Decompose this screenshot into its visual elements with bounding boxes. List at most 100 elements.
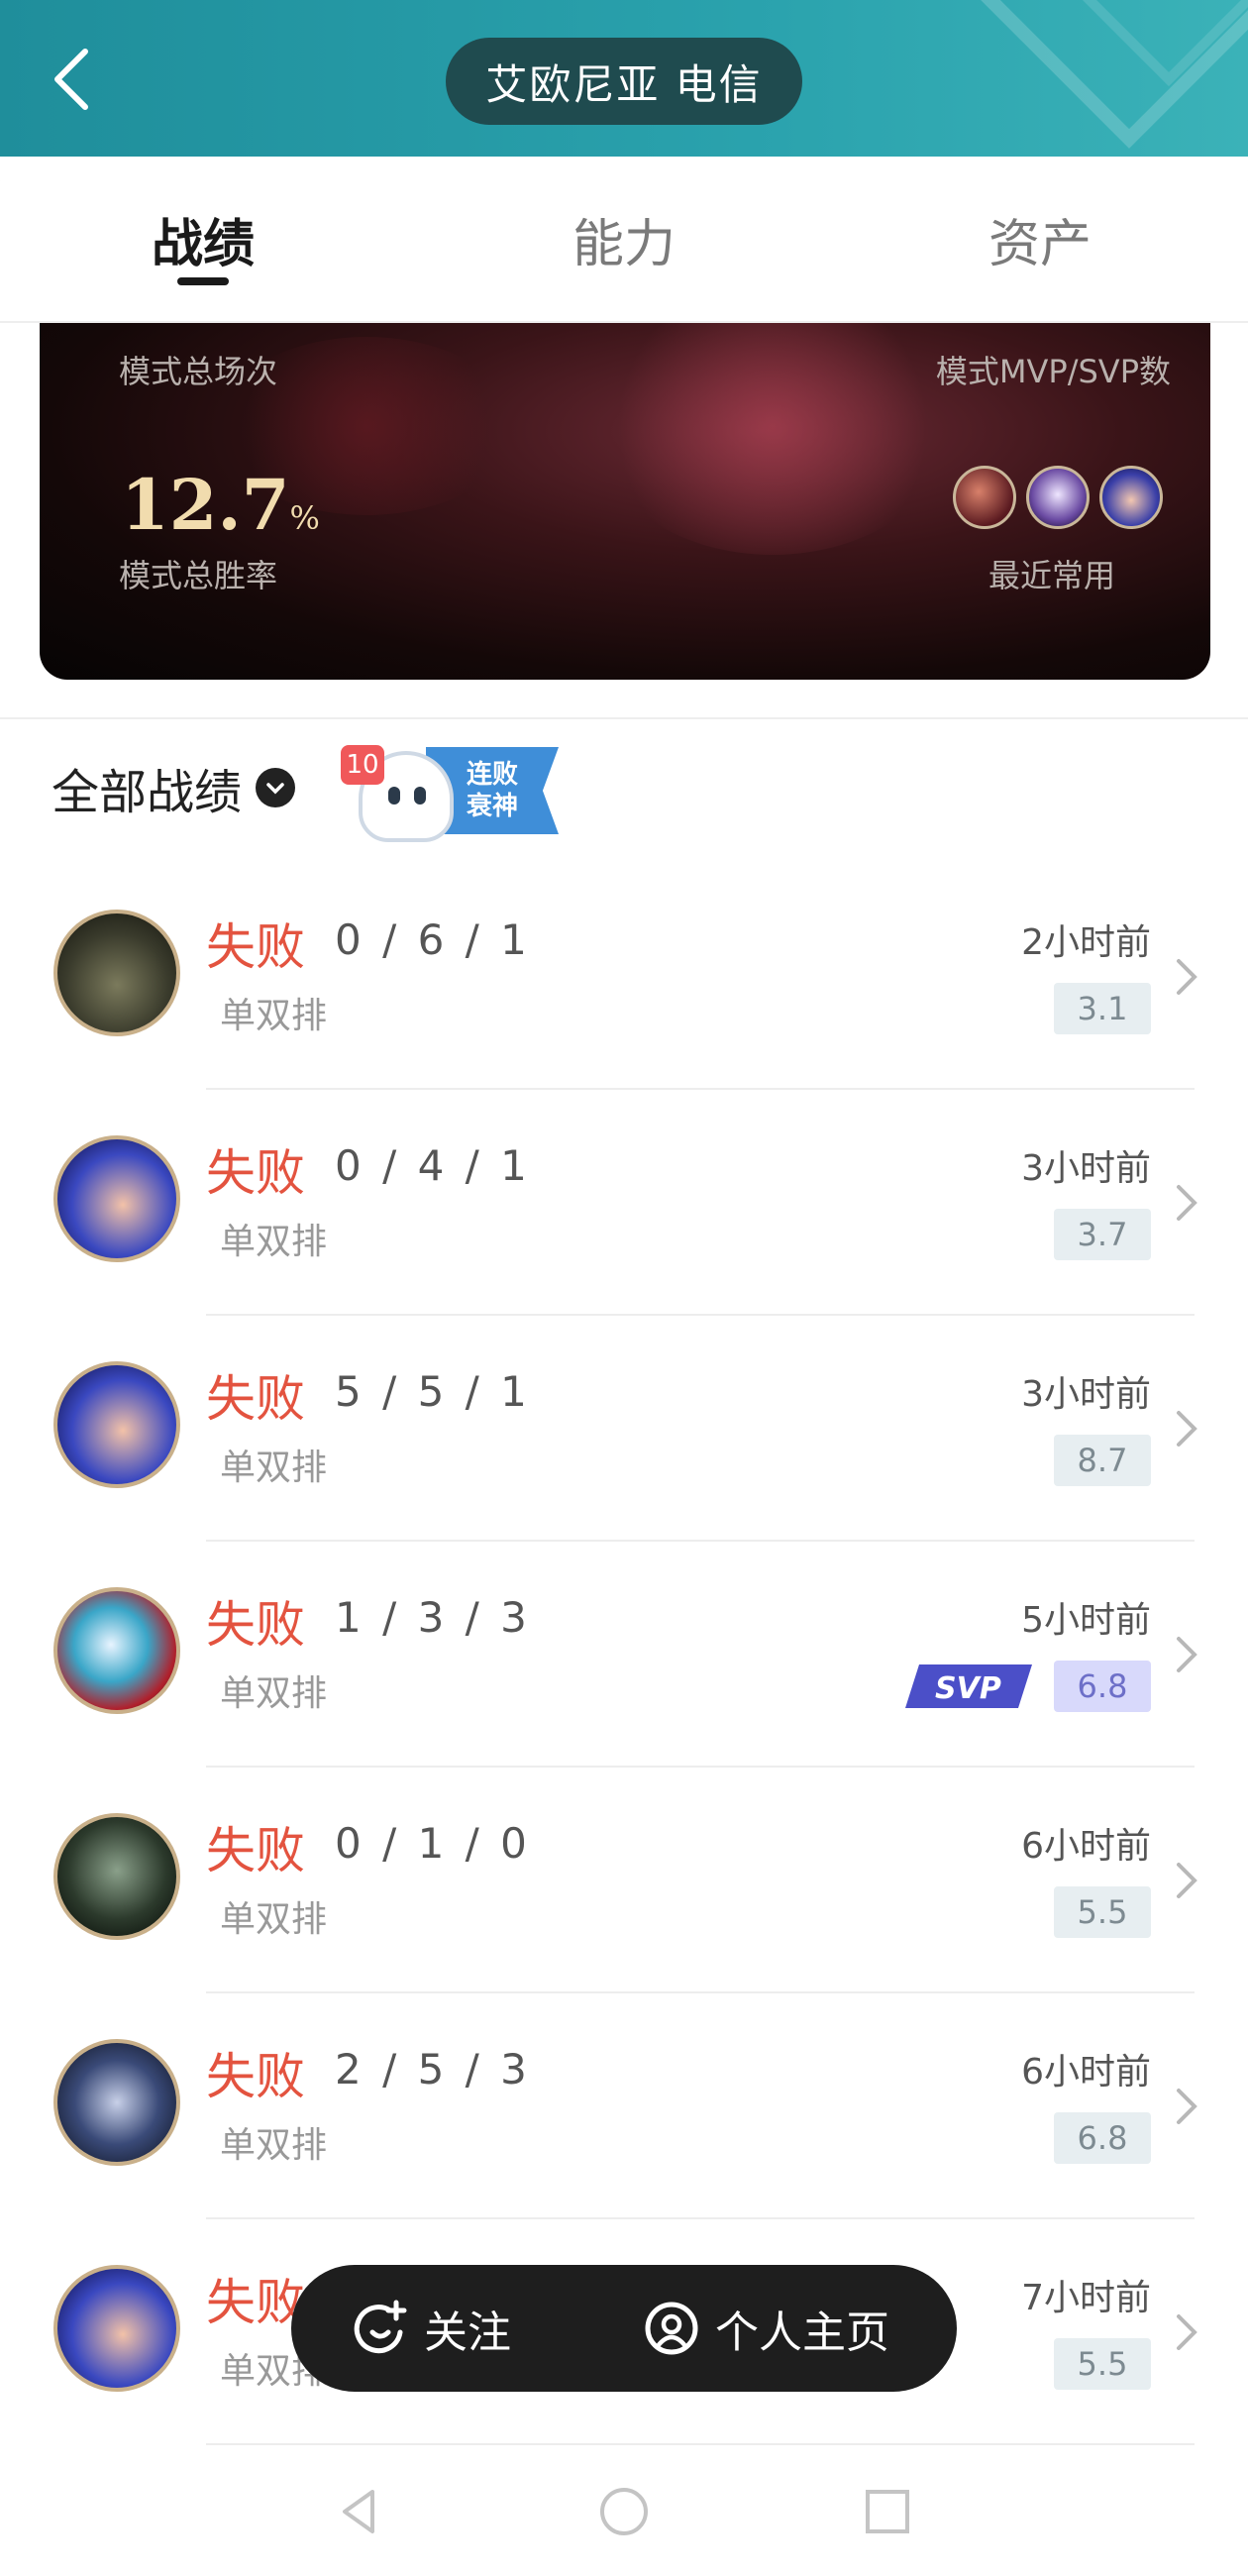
chevron-right-icon	[1177, 1411, 1197, 1447]
champion-avatar[interactable]	[1099, 466, 1163, 529]
champion-avatar	[53, 2039, 180, 2166]
back-icon	[54, 49, 88, 110]
win-rate-label: 模式总胜率	[119, 557, 278, 594]
chevron-right-icon	[1177, 1185, 1197, 1221]
match-mode: 单双排	[220, 1448, 328, 1488]
champion-avatar[interactable]	[1026, 466, 1090, 529]
nav-back-icon[interactable]	[333, 2484, 388, 2539]
match-time: 2小时前	[1021, 922, 1151, 963]
mvp-count-label: 模式MVP/SVP数	[935, 353, 1171, 390]
nav-home-icon[interactable]	[596, 2484, 652, 2539]
nav-recent-icon[interactable]	[860, 2484, 915, 2539]
floating-action-bar: 关注 个人主页	[291, 2265, 957, 2392]
match-kda: 0 / 6 / 1	[335, 915, 531, 964]
card-background	[594, 297, 951, 555]
match-kda: 0 / 4 / 1	[335, 1141, 531, 1190]
chevron-right-icon	[1177, 2089, 1197, 2124]
match-kda: 2 / 5 / 3	[335, 2045, 531, 2093]
match-list: 失败 0 / 6 / 1 单双排 2小时前 3.1 失败 0 / 4 / 1 单…	[0, 864, 1248, 2445]
header-decoration	[981, 0, 1248, 149]
win-rate-unit: %	[289, 499, 320, 537]
tab-bar: 战绩 能力 资产	[0, 157, 1248, 321]
chevron-right-icon	[1177, 2314, 1197, 2350]
match-mode: 单双排	[220, 1673, 328, 1714]
champion-avatar	[53, 1361, 180, 1488]
match-kda: 1 / 3 / 3	[335, 1593, 531, 1642]
match-result: 失败	[206, 1596, 305, 1654]
match-time: 3小时前	[1021, 1374, 1151, 1415]
match-row[interactable]: 失败 2 / 5 / 3 单双排 6小时前 6.8	[0, 1993, 1248, 2219]
badge-text: 连败	[466, 760, 518, 790]
filter-label: 全部战绩	[52, 765, 243, 820]
match-row[interactable]: 失败 0 / 1 / 0 单双排 6小时前 5.5	[0, 1768, 1248, 1993]
match-time: 3小时前	[1021, 1148, 1151, 1189]
chevron-right-icon	[1177, 959, 1197, 995]
champion-avatar	[53, 910, 180, 1036]
match-score: 3.1	[1054, 983, 1151, 1034]
profile-button[interactable]: 个人主页	[642, 2297, 889, 2360]
match-result: 失败	[206, 918, 305, 976]
records-filter[interactable]: 全部战绩	[52, 753, 296, 822]
match-row[interactable]: 失败 5 / 5 / 1 单双排 3小时前 8.7	[0, 1316, 1248, 1542]
chevron-right-icon	[1177, 1863, 1197, 1898]
champion-avatar	[53, 1813, 180, 1940]
follow-label: 关注	[424, 2308, 511, 2358]
match-score: 3.7	[1054, 1209, 1151, 1260]
match-time: 6小时前	[1021, 1826, 1151, 1867]
chevron-right-icon	[1177, 1637, 1197, 1672]
match-mode: 单双排	[220, 2125, 328, 2166]
match-result: 失败	[206, 2048, 305, 2105]
tab-label: 战绩	[151, 214, 255, 274]
tab-ability[interactable]: 能力	[416, 157, 832, 321]
losing-streak-badge[interactable]: 10 连败 衰神	[337, 741, 559, 842]
match-result: 失败	[206, 1822, 305, 1879]
champion-avatar	[53, 2265, 180, 2392]
match-time: 7小时前	[1021, 2278, 1151, 2318]
match-kda: 5 / 5 / 1	[335, 1367, 531, 1416]
match-score: 5.5	[1054, 2338, 1151, 2390]
system-nav-bar	[0, 2447, 1248, 2576]
badge-count: 10	[341, 745, 384, 785]
total-games-label: 模式总场次	[119, 353, 278, 390]
profile-icon	[645, 2302, 698, 2355]
match-score: 8.7	[1054, 1435, 1151, 1486]
row-divider	[206, 2443, 1195, 2445]
match-result: 失败	[206, 1370, 305, 1428]
app-header: 艾欧尼亚 电信	[0, 0, 1248, 157]
match-mode: 单双排	[220, 1899, 328, 1940]
match-row[interactable]: 失败 1 / 3 / 3 单双排 5小时前 SVP 6.8	[0, 1542, 1248, 1768]
champion-avatar	[53, 1587, 180, 1714]
follow-button[interactable]: 关注	[351, 2297, 511, 2360]
stats-card: 模式总场次 模式MVP/SVP数 12.7% 模式总胜率 最近常用	[40, 297, 1210, 680]
profile-label: 个人主页	[715, 2308, 889, 2358]
match-time: 5小时前	[1021, 1600, 1151, 1641]
recent-label: 最近常用	[988, 557, 1115, 594]
match-time: 6小时前	[1021, 2052, 1151, 2093]
win-rate-value: 12.7%	[121, 464, 320, 546]
back-button[interactable]	[40, 40, 109, 119]
section-divider	[0, 717, 1248, 719]
follow-icon	[354, 2300, 407, 2354]
match-score: 6.8	[1054, 2112, 1151, 2164]
tab-assets[interactable]: 资产	[832, 157, 1248, 321]
champion-avatar[interactable]	[953, 466, 1016, 529]
badge-text: 衰神	[466, 792, 518, 821]
match-mode: 单双排	[220, 996, 328, 1036]
match-row[interactable]: 失败 0 / 6 / 1 单双排 2小时前 3.1	[0, 864, 1248, 1090]
match-result: 失败	[206, 1144, 305, 1202]
match-score: 6.8	[1054, 1661, 1151, 1712]
match-kda: 0 / 1 / 0	[335, 1819, 531, 1868]
svp-badge-icon: SVP	[905, 1664, 1032, 1708]
match-score: 5.5	[1054, 1886, 1151, 1938]
match-row[interactable]: 失败 0 / 4 / 1 单双排 3小时前 3.7	[0, 1090, 1248, 1316]
match-result: 失败	[206, 2274, 305, 2331]
tab-active-indicator	[177, 277, 229, 285]
chevron-down-icon	[256, 768, 296, 807]
tab-records[interactable]: 战绩	[0, 157, 416, 321]
tab-label: 能力	[572, 214, 676, 274]
champion-avatar	[53, 1135, 180, 1262]
server-selector[interactable]: 艾欧尼亚 电信	[446, 38, 802, 125]
win-rate-number: 12.7	[121, 464, 290, 546]
svg-text:SVP: SVP	[935, 1671, 1001, 1706]
tab-label: 资产	[988, 214, 1092, 274]
